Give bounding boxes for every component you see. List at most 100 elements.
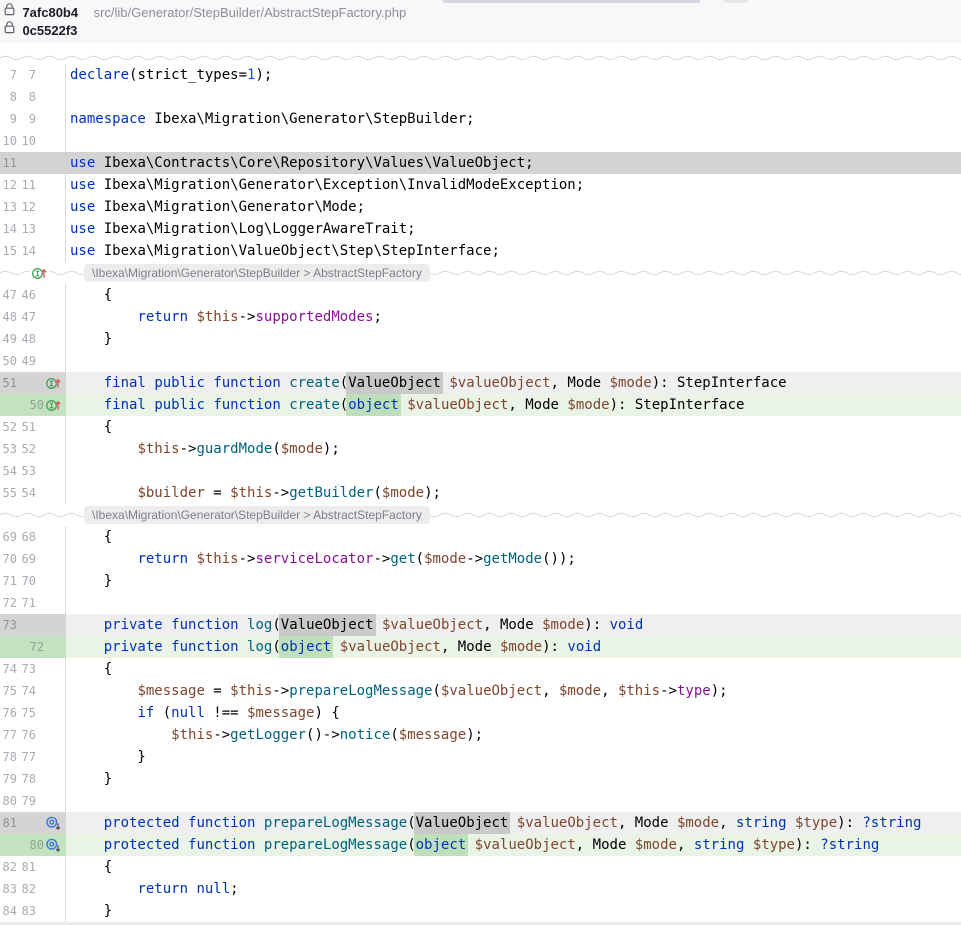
code-text[interactable] xyxy=(66,592,961,614)
overridden-method-icon[interactable] xyxy=(45,815,61,831)
code-text[interactable]: } xyxy=(66,328,961,350)
line-number-new: 74 xyxy=(19,680,36,702)
implements-interface-icon[interactable] xyxy=(29,265,49,281)
code-text[interactable]: $message = $this->prepareLogMessage($val… xyxy=(66,680,961,702)
code-text[interactable] xyxy=(66,350,961,372)
code-text[interactable]: declare(strict_types=1); xyxy=(66,64,961,86)
line-number-new: 49 xyxy=(19,350,36,372)
code-text[interactable]: final public function create(object $val… xyxy=(66,394,961,416)
code-text[interactable] xyxy=(66,86,961,108)
line-number-old: 83 xyxy=(0,878,17,900)
line-number-old: 79 xyxy=(0,768,17,790)
gutter: 8483 xyxy=(0,900,66,922)
code-line: 5251 { xyxy=(0,416,961,438)
collapsed-region-breadcrumb[interactable]: \Ibexa\Migration\Generator\StepBuilder >… xyxy=(84,506,430,524)
header-wave-separator xyxy=(0,49,961,57)
file-path: src/lib/Generator/StepBuilder/AbstractSt… xyxy=(94,5,407,20)
code-line: 8483 } xyxy=(0,900,961,922)
code-line: 73 private function log(ValueObject $val… xyxy=(0,614,961,636)
code-line: 81 protected function prepareLogMessage(… xyxy=(0,812,961,834)
gutter: 7675 xyxy=(0,702,66,724)
gutter: 5251 xyxy=(0,416,66,438)
line-number-old: 53 xyxy=(0,438,17,460)
line-number-old: 84 xyxy=(0,900,17,922)
line-number-old: 49 xyxy=(0,328,17,350)
line-number-new: 69 xyxy=(19,548,36,570)
top-edge-artifact xyxy=(443,0,700,3)
line-number-new: 80 xyxy=(0,834,44,856)
line-number-new: 73 xyxy=(19,658,36,680)
code-text[interactable] xyxy=(66,790,961,812)
code-text[interactable]: if (null !== $message) { xyxy=(66,702,961,724)
code-text[interactable]: $builder = $this->getBuilder($mode); xyxy=(66,482,961,504)
code-text[interactable]: protected function prepareLogMessage(obj… xyxy=(66,834,961,856)
line-number-new: 76 xyxy=(19,724,36,746)
line-number-old: 78 xyxy=(0,746,17,768)
line-number-new: 82 xyxy=(19,878,36,900)
code-text[interactable]: $this->getLogger()->notice($message); xyxy=(66,724,961,746)
lock-icon xyxy=(4,21,15,39)
code-text[interactable]: use Ibexa\Migration\Log\LoggerAwareTrait… xyxy=(66,218,961,240)
overridden-method-icon[interactable] xyxy=(45,837,61,853)
line-number-old: 51 xyxy=(0,372,17,394)
line-number-old: 69 xyxy=(0,526,17,548)
line-number-old: 50 xyxy=(0,350,17,372)
code-text[interactable]: } xyxy=(66,746,961,768)
code-text[interactable]: use Ibexa\Migration\Generator\Exception\… xyxy=(66,174,961,196)
diff-separator-row: \Ibexa\Migration\Generator\StepBuilder >… xyxy=(0,504,961,526)
line-number-new: 11 xyxy=(19,174,36,196)
line-number-new: 48 xyxy=(19,328,36,350)
line-number-new: 50 xyxy=(0,394,44,416)
line-number-new: 8 xyxy=(19,86,36,108)
code-text[interactable]: namespace Ibexa\Migration\Generator\Step… xyxy=(66,108,961,130)
code-text[interactable]: { xyxy=(66,856,961,878)
code-text[interactable]: return $this->serviceLocator->get($mode-… xyxy=(66,548,961,570)
line-number-old: 48 xyxy=(0,306,17,328)
code-text[interactable]: { xyxy=(66,284,961,306)
code-text[interactable]: { xyxy=(66,526,961,548)
code-line: 7776 $this->getLogger()->notice($message… xyxy=(0,724,961,746)
code-line: 5453 xyxy=(0,460,961,482)
code-line: 51 final public function create(ValueObj… xyxy=(0,372,961,394)
line-number-new: 52 xyxy=(19,438,36,460)
line-number-old: 13 xyxy=(0,196,17,218)
diff-header: 7afc80b4 src/lib/Generator/StepBuilder/A… xyxy=(0,0,961,43)
code-text[interactable]: private function log(object $valueObject… xyxy=(66,636,961,658)
code-text[interactable]: use Ibexa\Migration\ValueObject\Step\Ste… xyxy=(66,240,961,262)
code-text[interactable] xyxy=(66,460,961,482)
code-text[interactable]: return null; xyxy=(66,878,961,900)
code-text[interactable]: { xyxy=(66,658,961,680)
code-text[interactable]: use Ibexa\Migration\Generator\Mode; xyxy=(66,196,961,218)
line-number-old: 9 xyxy=(0,108,17,130)
line-number-new: 9 xyxy=(19,108,36,130)
line-number-new: 83 xyxy=(19,900,36,922)
code-line: 5554 $builder = $this->getBuilder($mode)… xyxy=(0,482,961,504)
code-text[interactable]: private function log(ValueObject $valueO… xyxy=(66,614,961,636)
line-number-old: 8 xyxy=(0,86,17,108)
line-number-old: 80 xyxy=(0,790,17,812)
gutter: 1312 xyxy=(0,196,66,218)
code-text[interactable]: } xyxy=(66,570,961,592)
code-text[interactable] xyxy=(66,130,961,152)
code-text[interactable]: } xyxy=(66,768,961,790)
code-line: 11use Ibexa\Contracts\Core\Repository\Va… xyxy=(0,152,961,174)
line-number-new: 7 xyxy=(19,64,36,86)
collapsed-region-breadcrumb[interactable]: \Ibexa\Migration\Generator\StepBuilder >… xyxy=(84,264,430,282)
implements-interface-icon[interactable] xyxy=(45,397,61,413)
gutter: 7069 xyxy=(0,548,66,570)
code-text[interactable]: { xyxy=(66,416,961,438)
gutter: 1211 xyxy=(0,174,66,196)
diff-separator-row: \Ibexa\Migration\Generator\StepBuilder >… xyxy=(0,262,961,284)
code-text[interactable]: return $this->supportedModes; xyxy=(66,306,961,328)
gutter: 4948 xyxy=(0,328,66,350)
code-text[interactable]: protected function prepareLogMessage(Val… xyxy=(66,812,961,834)
lock-icon xyxy=(4,3,15,21)
line-number-old: 70 xyxy=(0,548,17,570)
implements-interface-icon[interactable] xyxy=(45,375,61,391)
code-text[interactable]: $this->guardMode($mode); xyxy=(66,438,961,460)
line-number-new: 46 xyxy=(19,284,36,306)
code-line: 1211use Ibexa\Migration\Generator\Except… xyxy=(0,174,961,196)
code-text[interactable]: use Ibexa\Contracts\Core\Repository\Valu… xyxy=(66,152,961,174)
code-text[interactable]: } xyxy=(66,900,961,922)
code-text[interactable]: final public function create(ValueObject… xyxy=(66,372,961,394)
